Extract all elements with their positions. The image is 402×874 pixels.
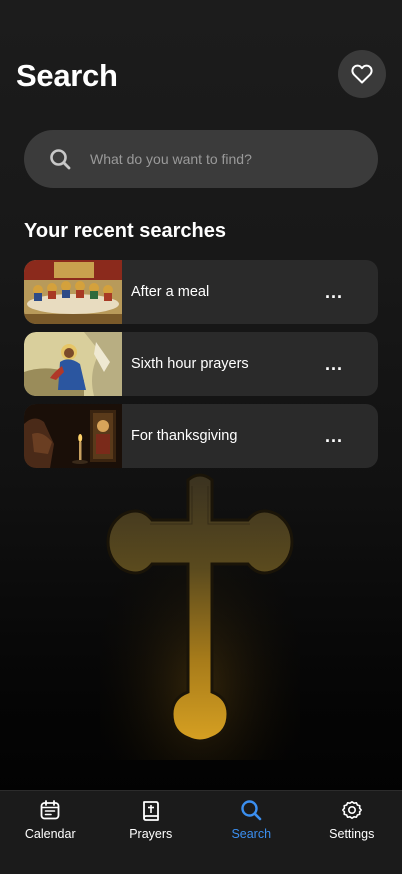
recent-item-label: For thanksgiving	[131, 428, 238, 444]
tab-prayers[interactable]: Prayers	[101, 791, 202, 874]
more-options-button[interactable]: ...	[314, 416, 354, 456]
calendar-icon	[40, 800, 60, 820]
recent-searches-list: After a meal ... Sixth hour prayers ...	[24, 260, 378, 476]
tab-calendar[interactable]: Calendar	[0, 791, 101, 874]
favorites-button[interactable]	[338, 50, 386, 98]
search-icon	[48, 147, 72, 171]
more-options-button[interactable]: ...	[314, 344, 354, 384]
recent-searches-title: Your recent searches	[24, 220, 226, 242]
tab-settings[interactable]: Settings	[302, 791, 402, 874]
recent-item-label: After a meal	[131, 284, 210, 300]
search-input[interactable]	[88, 150, 352, 168]
page-title: Search	[16, 58, 118, 93]
heart-icon	[351, 64, 373, 84]
tab-label: Search	[231, 827, 272, 841]
recent-item-label: Sixth hour prayers	[131, 356, 249, 372]
last-supper-thumbnail	[24, 260, 122, 324]
tab-label: Calendar	[24, 827, 76, 841]
more-options-button[interactable]: ...	[314, 272, 354, 312]
tab-label: Prayers	[129, 827, 173, 841]
list-item[interactable]: For thanksgiving ...	[24, 404, 378, 468]
tab-label: Settings	[329, 827, 375, 841]
gear-icon	[341, 801, 362, 819]
praying-christ-thumbnail	[24, 332, 122, 396]
prayer-book-icon	[142, 801, 159, 821]
candle-icon-thumbnail	[24, 404, 122, 468]
list-item[interactable]: Sixth hour prayers ...	[24, 332, 378, 396]
search-screen: Search Your recent searches	[0, 0, 402, 874]
search-bar[interactable]	[24, 130, 378, 188]
search-icon	[241, 800, 262, 821]
list-item[interactable]: After a meal ...	[24, 260, 378, 324]
tab-search[interactable]: Search	[201, 791, 302, 874]
tab-bar: Calendar Prayers Search Settings	[0, 790, 402, 874]
cross-background-image	[100, 470, 300, 760]
